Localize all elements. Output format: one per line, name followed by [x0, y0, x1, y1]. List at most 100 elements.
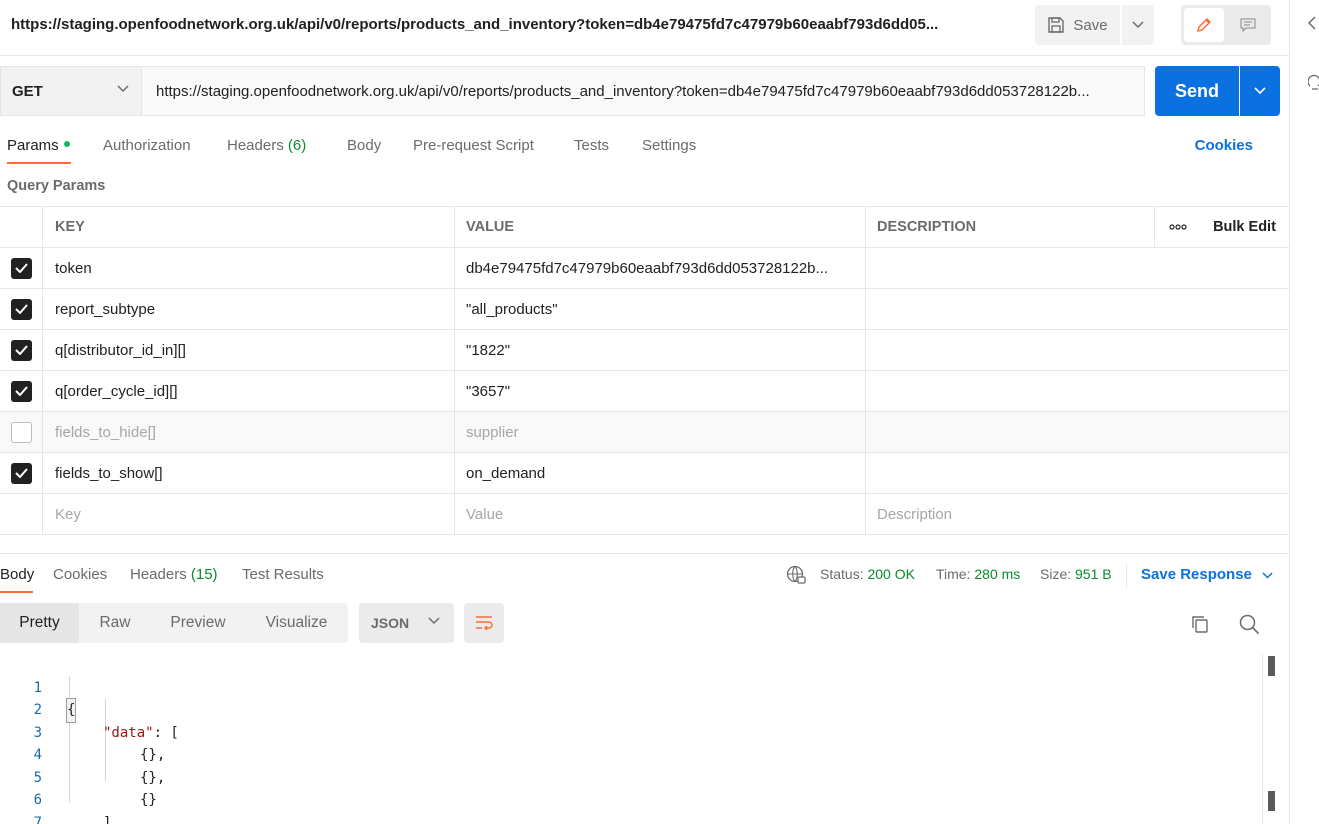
- new-description-input[interactable]: Description: [865, 494, 1289, 534]
- param-value[interactable]: "all_products": [454, 289, 866, 329]
- line-number: 7: [33, 814, 42, 824]
- url-bar: GET https://staging.openfoodnetwork.org.…: [0, 66, 1289, 116]
- send-button[interactable]: Send: [1155, 66, 1239, 116]
- param-key[interactable]: token: [42, 248, 454, 288]
- response-tabs: Body Cookies Headers (15) Test Results S…: [0, 560, 1289, 593]
- param-value[interactable]: on_demand: [454, 453, 866, 493]
- search-icon[interactable]: [1238, 613, 1260, 635]
- row-checkbox[interactable]: [11, 380, 32, 402]
- time-label: Time:: [936, 566, 971, 582]
- code-line: 4 {},: [0, 722, 1260, 786]
- new-key-input[interactable]: Key: [42, 494, 454, 534]
- comments-mode-button[interactable]: [1228, 8, 1268, 42]
- format-select[interactable]: JSON: [359, 603, 454, 643]
- param-description[interactable]: [865, 330, 1289, 370]
- table-row: fields_to_hide[] supplier: [0, 412, 1289, 453]
- tab-settings[interactable]: Settings: [642, 137, 696, 154]
- new-value-input[interactable]: Value: [454, 494, 866, 534]
- param-value[interactable]: "3657": [454, 371, 866, 411]
- row-checkbox[interactable]: [11, 257, 32, 279]
- view-pretty-button[interactable]: Pretty: [0, 603, 79, 643]
- check-icon: [15, 263, 28, 273]
- check-cell: [0, 412, 43, 452]
- cookies-link[interactable]: Cookies: [1195, 137, 1253, 154]
- view-mode-toggle: [1181, 5, 1271, 45]
- param-description[interactable]: [865, 248, 1289, 288]
- active-tab-indicator: [7, 162, 71, 164]
- more-options-button[interactable]: [1154, 207, 1200, 247]
- method-select[interactable]: GET: [0, 66, 141, 116]
- response-tab-headers[interactable]: Headers (15): [130, 566, 218, 583]
- param-value-cell[interactable]: db4e79475fd7c47979b60eaabf793d6dd0537281…: [454, 248, 866, 288]
- code-line: 6 ]: [0, 767, 1260, 824]
- copy-icon[interactable]: [1189, 613, 1211, 635]
- url-input[interactable]: https://staging.openfoodnetwork.org.uk/a…: [141, 66, 1145, 116]
- response-status[interactable]: Status: 200 OK: [820, 566, 915, 582]
- tab-tests[interactable]: Tests: [574, 137, 609, 154]
- code-line: 3 {},: [0, 699, 1260, 764]
- response-time[interactable]: Time: 280 ms: [936, 566, 1020, 582]
- view-preview-button[interactable]: Preview: [151, 603, 245, 643]
- more-horizontal-icon: [1168, 224, 1187, 230]
- format-label: JSON: [371, 615, 410, 631]
- view-visualize-button[interactable]: Visualize: [245, 603, 348, 643]
- param-key[interactable]: q[order_cycle_id][]: [42, 371, 454, 411]
- params-table: KEY VALUE DESCRIPTION Bulk Edit token db…: [0, 206, 1289, 535]
- code-line: 5 {}: [0, 744, 1260, 809]
- globe-lock-icon[interactable]: [786, 565, 806, 585]
- editor-scrollbar-track[interactable]: [1262, 654, 1263, 824]
- wrap-lines-button[interactable]: [464, 603, 504, 643]
- wrap-lines-icon: [476, 616, 493, 631]
- save-response-label: Save Response: [1141, 566, 1252, 583]
- response-tab-body[interactable]: Body: [0, 566, 34, 583]
- request-title[interactable]: https://staging.openfoodnetwork.org.uk/a…: [11, 16, 991, 33]
- view-mode-group: Pretty Raw Preview Visualize: [0, 603, 348, 643]
- param-description[interactable]: [865, 453, 1289, 493]
- save-options-button[interactable]: [1122, 5, 1154, 45]
- tab-pre-request-script[interactable]: Pre-request Script: [413, 137, 534, 154]
- row-checkbox[interactable]: [11, 462, 32, 484]
- param-key[interactable]: fields_to_show[]: [42, 453, 454, 493]
- edit-mode-button[interactable]: [1184, 8, 1224, 42]
- time-value: 280 ms: [974, 566, 1021, 582]
- view-raw-button[interactable]: Raw: [79, 603, 151, 643]
- postman-request-editor: https://staging.openfoodnetwork.org.uk/a…: [0, 0, 1289, 824]
- chevron-down-icon: [1254, 87, 1266, 95]
- response-size[interactable]: Size: 951 B: [1040, 566, 1112, 582]
- size-label: Size:: [1040, 566, 1072, 582]
- response-view-bar: Pretty Raw Preview Visualize JSON: [0, 603, 1289, 643]
- response-tab-cookies[interactable]: Cookies: [53, 566, 107, 583]
- param-key[interactable]: q[distributor_id_in][]: [42, 330, 454, 370]
- param-value: db4e79475fd7c47979b60eaabf793d6dd0537281…: [466, 259, 829, 277]
- scrollbar-marker: [1268, 656, 1275, 676]
- pane-divider[interactable]: [0, 553, 1289, 554]
- response-body-editor[interactable]: 1 { 2 "data": [ 3 {}, 4 {}, 5 {} 6 ] 7 }: [0, 654, 1289, 824]
- save-response-button[interactable]: Save Response: [1141, 566, 1273, 583]
- chevron-left-icon[interactable]: [1308, 16, 1316, 30]
- row-checkbox[interactable]: [11, 421, 32, 443]
- param-description[interactable]: [865, 412, 1289, 452]
- param-key[interactable]: report_subtype: [42, 289, 454, 329]
- tab-authorization[interactable]: Authorization: [103, 137, 191, 154]
- check-cell: [0, 494, 43, 534]
- param-key[interactable]: fields_to_hide[]: [42, 412, 454, 452]
- row-checkbox[interactable]: [11, 298, 32, 320]
- status-value: 200 OK: [867, 566, 915, 582]
- param-value[interactable]: supplier: [454, 412, 866, 452]
- tab-headers[interactable]: Headers (6): [227, 137, 306, 154]
- row-checkbox[interactable]: [11, 339, 32, 361]
- response-tab-test-results[interactable]: Test Results: [242, 566, 324, 583]
- lightbulb-icon[interactable]: [1308, 74, 1319, 92]
- param-value[interactable]: "1822": [454, 330, 866, 370]
- tab-body[interactable]: Body: [347, 137, 381, 154]
- send-options-button[interactable]: [1240, 66, 1280, 116]
- divider: [0, 55, 1289, 56]
- save-button[interactable]: Save: [1035, 5, 1120, 45]
- check-cell: [0, 330, 43, 370]
- param-description[interactable]: [865, 289, 1289, 329]
- table-row: q[distributor_id_in][] "1822": [0, 330, 1289, 371]
- param-description[interactable]: [865, 371, 1289, 411]
- request-tabs: Params Authorization Headers (6) Body Pr…: [0, 133, 1289, 164]
- tab-params[interactable]: Params: [7, 137, 70, 154]
- bulk-edit-button[interactable]: Bulk Edit: [1200, 207, 1289, 247]
